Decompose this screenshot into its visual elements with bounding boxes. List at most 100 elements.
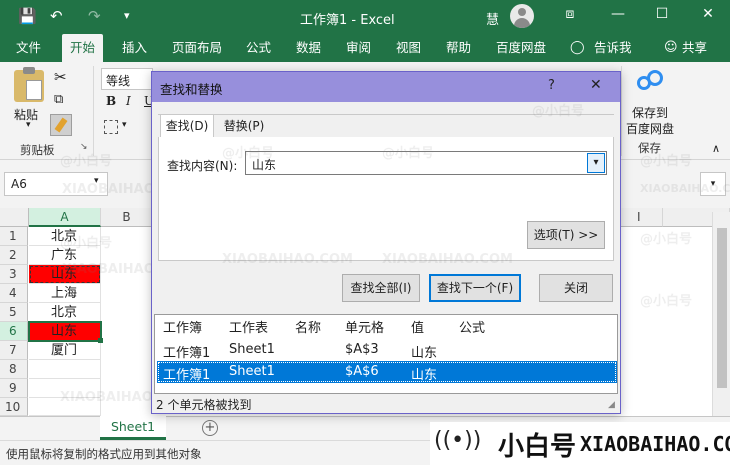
cell-a5[interactable]: 北京 (29, 303, 101, 322)
name-box-dropdown-icon[interactable]: ▾ (94, 176, 99, 186)
column-header-i[interactable]: I (621, 208, 663, 227)
column-header-a[interactable]: A (29, 208, 101, 227)
results-col-workbook[interactable]: 工作簿 (163, 317, 202, 336)
font-name-box[interactable]: 等线 (101, 68, 153, 90)
row-header[interactable]: 5 (0, 303, 28, 322)
add-sheet-icon[interactable]: + (202, 420, 218, 436)
cell-a7[interactable]: 厦门 (29, 341, 101, 360)
borders-dropdown-icon[interactable]: ▾ (122, 120, 127, 130)
clipboard-group-label: 剪贴板 (20, 143, 55, 157)
result-value: 山东 (411, 346, 438, 361)
close-window-button[interactable]: ✕ (698, 6, 718, 22)
ribbon-display-icon[interactable]: ⧈ (560, 6, 580, 22)
close-button[interactable]: 关闭 (539, 274, 613, 302)
share-button[interactable]: 共享 (678, 34, 711, 62)
result-cell: $A$6 (345, 364, 379, 379)
expand-formula-bar-icon[interactable]: ▾ (700, 172, 726, 196)
paste-clipboard-icon[interactable] (14, 67, 44, 102)
minimize-button[interactable]: — (608, 6, 628, 22)
find-what-input[interactable]: 山东 (245, 151, 607, 175)
find-all-button[interactable]: 查找全部(I) (342, 274, 420, 302)
redo-icon[interactable]: ↷ (88, 7, 101, 25)
result-value: 山东 (411, 368, 438, 383)
tab-find[interactable]: 查找(D) (160, 114, 214, 138)
tab-baidu-netdisk[interactable]: 百度网盘 (492, 34, 550, 62)
column-header-b[interactable]: B (101, 208, 153, 227)
dialog-close-icon[interactable]: ✕ (590, 77, 602, 93)
tab-formulas[interactable]: 公式 (242, 34, 275, 62)
copy-icon[interactable]: ⧉ (54, 92, 63, 107)
bold-button[interactable]: B (106, 94, 116, 108)
undo-icon[interactable]: ↶ (50, 7, 63, 25)
fill-handle[interactable] (98, 338, 103, 343)
cell-a3[interactable]: 山东 (29, 265, 101, 284)
tab-file[interactable]: 文件 (12, 34, 45, 62)
cell-a4[interactable]: 上海 (29, 284, 101, 303)
tab-page-layout[interactable]: 页面布局 (168, 34, 226, 62)
cut-scissors-icon[interactable]: ✂ (54, 68, 67, 86)
sheet-tab-sheet1[interactable]: Sheet1 (100, 416, 166, 440)
row-header[interactable]: 2 (0, 246, 28, 265)
save-to-baidu-line2[interactable]: 百度网盘 (626, 120, 674, 137)
format-painter-icon[interactable] (50, 114, 72, 136)
brand-name: 小白号 (498, 432, 577, 462)
tab-help[interactable]: 帮助 (442, 34, 475, 62)
tab-view[interactable]: 视图 (392, 34, 425, 62)
save-to-baidu-line1[interactable]: 保存到 (632, 104, 668, 121)
dialog-title-bar[interactable]: 查找和替换 ? ✕ (152, 72, 620, 102)
tab-replace[interactable]: 替换(P) (218, 116, 270, 138)
cell-a9[interactable] (29, 379, 101, 398)
cell-a8[interactable] (29, 360, 101, 379)
name-box[interactable]: A6 (4, 172, 108, 196)
results-col-formula[interactable]: 公式 (459, 317, 485, 336)
results-list[interactable]: 工作簿 工作表 名称 单元格 值 公式 工作簿1 Sheet1 $A$3 山东 … (154, 314, 618, 394)
select-all-corner[interactable] (0, 208, 29, 227)
maximize-button[interactable]: ☐ (652, 6, 672, 22)
results-row-selected[interactable]: 工作簿1 Sheet1 $A$6 山东 (157, 361, 617, 383)
vertical-scrollbar[interactable] (712, 212, 730, 416)
row-header[interactable]: 10 (0, 398, 28, 416)
options-button[interactable]: 选项(T) >> (527, 221, 605, 249)
find-next-button[interactable]: 查找下一个(F) (429, 274, 521, 302)
dialog-help-button[interactable]: ? (548, 78, 555, 93)
italic-button[interactable]: I (126, 94, 131, 108)
row-header[interactable]: 4 (0, 284, 28, 303)
tell-me-search[interactable]: 告诉我 (590, 34, 636, 62)
find-history-dropdown-icon[interactable]: ▾ (587, 153, 605, 173)
collapse-ribbon-icon[interactable]: ∧ (712, 142, 720, 155)
results-col-cell[interactable]: 单元格 (345, 317, 384, 336)
baidu-cloud-icon[interactable] (637, 68, 665, 94)
scrollbar-thumb[interactable] (717, 228, 727, 388)
row-header[interactable]: 6 (0, 322, 28, 341)
customize-qat-icon[interactable]: ▾ (124, 7, 130, 25)
tab-review[interactable]: 审阅 (342, 34, 375, 62)
tab-home[interactable]: 开始 (62, 34, 104, 62)
save-icon[interactable]: 💾 (18, 7, 37, 25)
font-name-value: 等线 (106, 74, 131, 88)
row-header[interactable]: 3 (0, 265, 28, 284)
tab-divider (158, 114, 614, 115)
row-header[interactable]: 1 (0, 227, 28, 246)
results-col-value[interactable]: 值 (411, 317, 424, 336)
results-col-name[interactable]: 名称 (295, 317, 321, 336)
borders-icon[interactable] (104, 120, 118, 134)
find-what-value: 山东 (252, 158, 277, 172)
cell-a1[interactable]: 北京 (29, 227, 101, 246)
result-sheet: Sheet1 (229, 342, 275, 357)
dialog-title: 查找和替换 (160, 82, 223, 97)
cell-a6[interactable]: 山东 (28, 321, 102, 342)
avatar[interactable] (510, 4, 534, 28)
row-header[interactable]: 8 (0, 360, 28, 379)
results-col-sheet[interactable]: 工作表 (229, 317, 268, 336)
resize-grip-icon[interactable]: ◢ (608, 400, 615, 410)
paste-dropdown-icon[interactable]: ▾ (26, 120, 31, 130)
status-message: 使用鼠标将复制的格式应用到其他对象 (6, 447, 202, 461)
cell-a10[interactable] (29, 398, 101, 416)
row-header[interactable]: 7 (0, 341, 28, 360)
results-row[interactable]: 工作簿1 Sheet1 $A$3 山东 (155, 339, 617, 361)
clipboard-launcher-icon[interactable]: ↘ (80, 142, 88, 152)
row-header[interactable]: 9 (0, 379, 28, 398)
cell-a2[interactable]: 广东 (29, 246, 101, 265)
tab-data[interactable]: 数据 (292, 34, 325, 62)
tab-insert[interactable]: 插入 (118, 34, 151, 62)
